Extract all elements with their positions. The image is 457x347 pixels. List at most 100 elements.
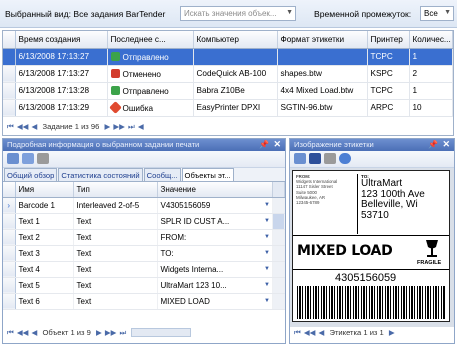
chevron-down-icon[interactable]: ▼ (264, 250, 270, 256)
next-icon[interactable]: ▶ (96, 328, 102, 337)
col-computer[interactable]: Компьютер (193, 31, 278, 49)
tab-status-stats[interactable]: Статистика состояний (58, 168, 143, 181)
close-icon[interactable]: ✕ (273, 139, 281, 150)
table-row[interactable]: Text 6 Text MIXED LOAD ▼ (3, 293, 285, 310)
error-icon (108, 100, 122, 114)
cell-value: Widgets Interna... ▼ (157, 261, 273, 278)
cell-format: SGTIN-96.btw (277, 99, 368, 117)
jobs-grid[interactable]: Время создания Последнее с... Компьютер … (2, 30, 454, 136)
scroll-track[interactable] (272, 277, 285, 294)
table-row[interactable]: Text 3 Text TO: ▼ (3, 245, 285, 262)
cell-value: TO: ▼ (157, 245, 273, 262)
col-last-status[interactable]: Последнее с... (107, 31, 194, 49)
scroll-track[interactable] (272, 229, 285, 246)
row-indicator (3, 99, 16, 117)
cell-name: Text 3 (15, 245, 74, 262)
refresh-icon[interactable] (7, 153, 19, 164)
value-text: TO: (160, 248, 174, 258)
table-row[interactable]: Text 2 Text FROM: ▼ (3, 229, 285, 246)
first-icon[interactable]: ⏮ (7, 328, 14, 337)
preview-toolbar (290, 151, 454, 168)
cell-value: FROM: ▼ (157, 229, 273, 246)
status-text: Отправлено (122, 52, 169, 62)
row-indicator (3, 213, 16, 230)
prev-icon[interactable]: ◀ (319, 328, 325, 337)
period-select[interactable]: Все ▼ (420, 6, 454, 21)
chevron-down-icon[interactable]: ▼ (264, 298, 270, 304)
scroll-track[interactable] (272, 293, 285, 310)
table-row[interactable]: 6/13/2008 17:13:27 Отменено CodeQuick AB… (3, 65, 453, 83)
save-icon[interactable] (309, 153, 321, 164)
next-icon[interactable]: ▶ (389, 328, 395, 337)
col-type[interactable]: Тип (73, 182, 158, 198)
pin-icon[interactable]: 📌 (428, 140, 438, 149)
chevron-down-icon[interactable]: ▼ (264, 202, 270, 208)
col-printer[interactable]: Принтер (367, 31, 410, 49)
first-icon[interactable]: ⏮ (7, 122, 14, 131)
jobs-navigator: ⏮ ◀◀ ◀ Задание 1 из 96 ▶ ▶▶ ⏭ ◀ (7, 122, 147, 134)
scroll-track[interactable] (272, 197, 285, 214)
objects-grid[interactable]: Имя Тип Значение › Barcode 1 Interleaved… (3, 182, 285, 329)
tab-messages[interactable]: Сообщ... (143, 168, 181, 181)
fragile-glass-icon (426, 240, 438, 257)
close-icon[interactable]: ✕ (442, 139, 450, 150)
first-icon[interactable]: ⏮ (294, 328, 301, 337)
col-name[interactable]: Имя (15, 182, 74, 198)
print-icon[interactable] (37, 153, 49, 164)
scroll-track[interactable] (272, 261, 285, 278)
cell-name: Text 1 (15, 213, 74, 230)
prev-page-icon[interactable]: ◀◀ (17, 328, 29, 337)
horizontal-scrollbar[interactable] (131, 328, 192, 337)
table-row[interactable]: Text 5 Text UltraMart 123 10... ▼ (3, 277, 285, 294)
small-print (296, 273, 330, 283)
cell-qty: 2 (409, 65, 453, 83)
next-page-icon[interactable]: ▶▶ (113, 122, 125, 131)
next-icon[interactable]: ▶ (104, 122, 110, 131)
table-row[interactable]: Text 1 Text SPLR ID CUST A... ▼ (3, 213, 285, 230)
table-row[interactable]: › Barcode 1 Interleaved 2-of-5 V43051560… (3, 197, 285, 214)
value-text: Widgets Interna... (160, 264, 224, 274)
cell-qty: 1 (409, 48, 453, 66)
prev-page-icon[interactable]: ◀◀ (304, 328, 316, 337)
tab-overview[interactable]: Общий обзор (4, 168, 58, 181)
col-label-format[interactable]: Формат этикетки (277, 31, 368, 49)
prev-page-icon[interactable]: ◀◀ (17, 122, 29, 131)
divider (293, 235, 449, 236)
print-icon[interactable] (324, 153, 336, 164)
tab-label-objects[interactable]: Объекты эт... (181, 168, 234, 181)
table-row[interactable]: ▶ 6/13/2008 17:13:27 Отправлено TCPC 1 (3, 48, 453, 66)
search-input[interactable]: Искать значения объек... ▼ (180, 6, 296, 21)
prev-icon[interactable]: ◀ (32, 122, 38, 131)
last-icon[interactable]: ⏭ (128, 122, 135, 131)
scroll-track[interactable] (272, 245, 285, 262)
rotate-icon[interactable] (339, 153, 351, 164)
chevron-down-icon[interactable]: ▼ (264, 266, 270, 272)
details-panel: Подробная информация о выбранном задании… (2, 138, 286, 344)
table-row[interactable]: 6/13/2008 17:13:29 Ошибка EasyPrinter DP… (3, 99, 453, 117)
pin-icon[interactable]: 📌 (259, 140, 269, 149)
details-title-bar: Подробная информация о выбранном задании… (3, 139, 285, 151)
view-icon[interactable] (22, 153, 34, 164)
col-value[interactable]: Значение (157, 182, 273, 198)
next-page-icon[interactable]: ▶▶ (105, 328, 117, 337)
col-quantity[interactable]: Количес... (409, 31, 453, 49)
table-row[interactable]: 6/13/2008 17:13:28 Отправлено Babra Z10B… (3, 82, 453, 100)
cell-type: Text (73, 213, 158, 230)
cell-status: Отправлено (107, 48, 194, 66)
sent-icon (110, 85, 120, 95)
chevron-down-icon[interactable]: ▼ (264, 282, 270, 288)
details-title: Подробная информация о выбранном задании… (7, 140, 200, 149)
status-text: Ошибка (122, 103, 154, 113)
table-row[interactable]: Text 4 Text Widgets Interna... ▼ (3, 261, 285, 278)
scroll-thumb[interactable] (272, 213, 285, 230)
refresh-icon[interactable] (294, 153, 306, 164)
prev-icon[interactable]: ◀ (32, 328, 38, 337)
chevron-down-icon[interactable]: ▼ (264, 218, 270, 224)
scroll-left-icon[interactable]: ◀ (138, 122, 144, 131)
last-icon[interactable]: ⏭ (120, 328, 127, 337)
cell-time: 6/13/2008 17:13:28 (15, 82, 108, 100)
cell-status: Ошибка (107, 99, 194, 117)
chevron-down-icon[interactable]: ▼ (264, 234, 270, 240)
cell-time: 6/13/2008 17:13:29 (15, 99, 108, 117)
col-created-time[interactable]: Время создания (15, 31, 108, 49)
